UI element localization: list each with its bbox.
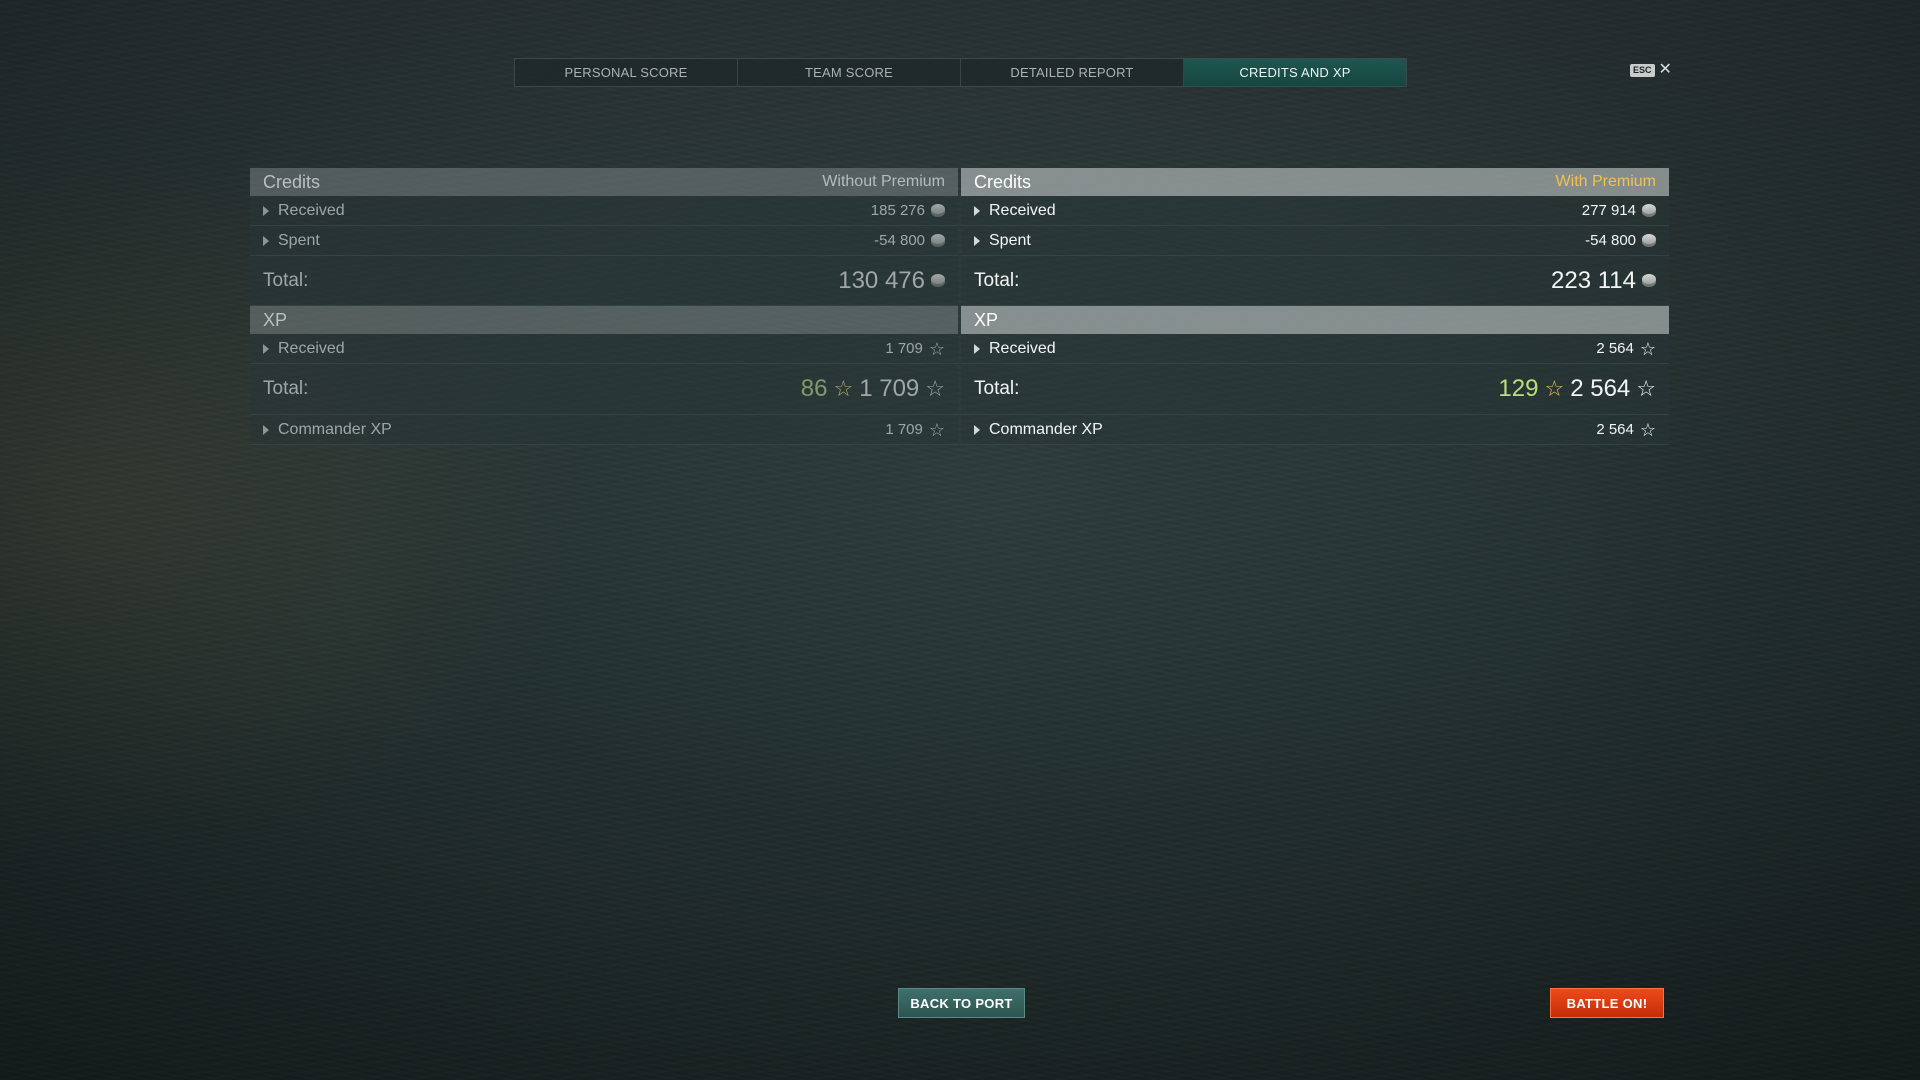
star-icon: ☆ xyxy=(928,338,945,359)
credits-title: Credits xyxy=(263,171,321,192)
with-premium-panel: Credits With Premium Received 277 914 Sp… xyxy=(961,168,1669,445)
star-icon: ☆ xyxy=(1544,376,1565,401)
total-value: 223 114 xyxy=(1551,266,1636,294)
tab-credits-and-xp[interactable]: CREDITS AND XP xyxy=(1184,59,1406,86)
caret-right-icon xyxy=(974,205,980,216)
close-icon: ✕ xyxy=(1658,61,1672,78)
xp-title: XP xyxy=(974,309,999,330)
spent-label: Spent xyxy=(989,231,1031,249)
xp-received-label: Received xyxy=(989,339,1056,357)
caret-right-icon xyxy=(263,235,269,246)
spent-value: -54 800 xyxy=(874,232,925,249)
received-label: Received xyxy=(989,201,1056,219)
credit-coin-icon xyxy=(1642,234,1656,247)
credits-header: Credits Without Premium xyxy=(250,168,958,196)
xp-received-value: 2 564 xyxy=(1596,340,1634,357)
xp-total-label: Total: xyxy=(974,378,1020,399)
caret-right-icon xyxy=(263,424,269,435)
caret-right-icon xyxy=(263,343,269,354)
received-label: Received xyxy=(278,201,345,219)
xp-title: XP xyxy=(263,309,288,330)
received-value: 185 276 xyxy=(870,202,925,219)
caret-right-icon xyxy=(263,205,269,216)
caret-right-icon xyxy=(974,424,980,435)
star-icon: ☆ xyxy=(1639,338,1656,359)
credits-total-row: Total: 130 476 xyxy=(250,256,958,306)
xp-total-row: Total: 86 ☆ 1 709 ☆ xyxy=(250,364,958,415)
xp-received-label: Received xyxy=(278,339,345,357)
credits-received-row[interactable]: Received 185 276 xyxy=(250,196,958,226)
credits-spent-row[interactable]: Spent -54 800 xyxy=(250,226,958,256)
spent-value: -54 800 xyxy=(1585,232,1636,249)
credit-coin-icon xyxy=(1642,274,1656,287)
xp-total-label: Total: xyxy=(263,378,309,399)
star-icon: ☆ xyxy=(928,419,945,440)
credits-header: Credits With Premium xyxy=(961,168,1669,196)
xp-total-value: 2 564 xyxy=(1570,375,1631,402)
star-icon: ☆ xyxy=(833,376,854,401)
background-texture xyxy=(0,0,1920,1080)
credit-coin-icon xyxy=(931,204,945,217)
caret-right-icon xyxy=(974,343,980,354)
commander-xp-row[interactable]: Commander XP 2 564 ☆ xyxy=(961,415,1669,445)
xp-received-row[interactable]: Received 2 564 ☆ xyxy=(961,334,1669,364)
credits-total-row: Total: 223 114 xyxy=(961,256,1669,306)
caret-right-icon xyxy=(974,235,980,246)
received-value: 277 914 xyxy=(1581,202,1636,219)
premium-label: Without Premium xyxy=(822,173,945,190)
battle-on-button[interactable]: BATTLE ON! xyxy=(1550,988,1664,1018)
close-button[interactable]: ESC ✕ xyxy=(1630,61,1672,78)
total-value: 130 476 xyxy=(838,266,925,294)
xp-total-value: 1 709 xyxy=(859,375,920,402)
star-icon: ☆ xyxy=(1639,419,1656,440)
commander-xp-label: Commander XP xyxy=(278,420,392,438)
xp-bonus-value: 129 xyxy=(1498,375,1539,402)
xp-header: XP xyxy=(961,306,1669,334)
commander-xp-row[interactable]: Commander XP 1 709 ☆ xyxy=(250,415,958,445)
tab-detailed-report[interactable]: DETAILED REPORT xyxy=(961,59,1184,86)
total-label: Total: xyxy=(263,269,309,291)
tab-personal-score[interactable]: PERSONAL SCORE xyxy=(515,59,738,86)
star-icon: ☆ xyxy=(925,376,945,401)
xp-received-value: 1 709 xyxy=(885,340,923,357)
back-to-port-button[interactable]: BACK TO PORT xyxy=(898,988,1025,1018)
star-icon: ☆ xyxy=(1636,376,1656,401)
credits-spent-row[interactable]: Spent -54 800 xyxy=(961,226,1669,256)
tab-team-score[interactable]: TEAM SCORE xyxy=(738,59,961,86)
without-premium-panel: Credits Without Premium Received 185 276… xyxy=(250,168,958,445)
background-vignette xyxy=(0,0,1920,1080)
credit-coin-icon xyxy=(931,234,945,247)
xp-total-row: Total: 129 ☆ 2 564 ☆ xyxy=(961,364,1669,415)
commander-xp-value: 1 709 xyxy=(885,421,923,438)
xp-received-row[interactable]: Received 1 709 ☆ xyxy=(250,334,958,364)
credit-coin-icon xyxy=(1642,204,1656,217)
commander-xp-label: Commander XP xyxy=(989,420,1103,438)
xp-bonus-value: 86 xyxy=(800,375,828,402)
spent-label: Spent xyxy=(278,231,320,249)
esc-key-hint: ESC xyxy=(1630,63,1655,77)
commander-xp-value: 2 564 xyxy=(1596,421,1634,438)
premium-label: With Premium xyxy=(1555,173,1656,190)
credits-received-row[interactable]: Received 277 914 xyxy=(961,196,1669,226)
credits-title: Credits xyxy=(974,171,1032,192)
xp-header: XP xyxy=(250,306,958,334)
results-tabs: PERSONAL SCORE TEAM SCORE DETAILED REPOR… xyxy=(514,58,1407,87)
total-label: Total: xyxy=(974,269,1020,291)
credit-coin-icon xyxy=(931,274,945,287)
